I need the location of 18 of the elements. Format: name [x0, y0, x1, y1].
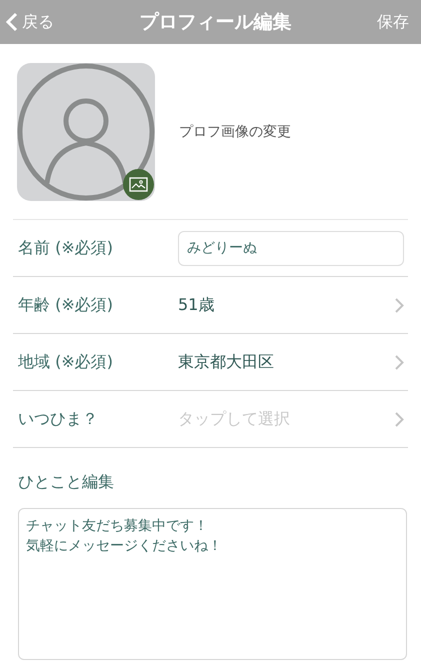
select-field[interactable]: 東京都大田区 — [178, 350, 404, 374]
field-label: いつひま？ — [18, 408, 99, 430]
select-field[interactable]: 51歳 — [178, 293, 404, 317]
image-badge-icon — [123, 169, 154, 200]
name-input[interactable]: みどりーぬ — [178, 230, 404, 266]
change-photo-label[interactable]: プロフ画像の変更 — [179, 122, 291, 142]
chevron-right-icon — [395, 412, 404, 426]
page-title: プロフィール編集 — [140, 10, 292, 35]
avatar-image[interactable] — [17, 63, 155, 201]
chevron-right-icon — [395, 354, 404, 370]
person-icon — [17, 63, 155, 201]
comment-label: ひとこと編集 — [18, 471, 115, 493]
chevron-left-icon — [6, 12, 18, 32]
chevron-right-icon — [395, 298, 404, 312]
field-label: 名前 (※必須) — [18, 237, 114, 259]
comment-field[interactable]: チャット友だち募集中です！ 気軽にメッセージくださいね！ — [18, 508, 407, 660]
field-label: 年齢 (※必須) — [18, 294, 114, 316]
field-label: 地域 (※必須) — [18, 351, 114, 373]
